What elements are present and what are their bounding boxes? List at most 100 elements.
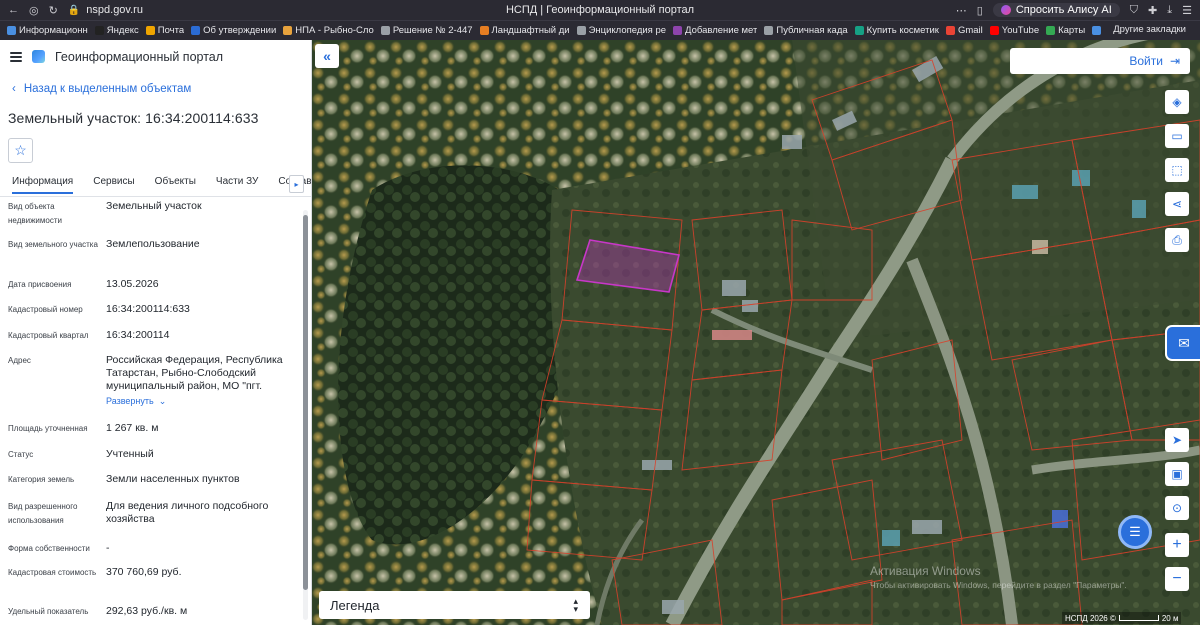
profile-icon[interactable]: ☰ — [1182, 4, 1192, 17]
lock-icon: 🔒 — [67, 4, 81, 16]
attribute-value: Землепользование — [106, 238, 200, 250]
minimap-button[interactable]: ▣ — [1165, 462, 1189, 486]
chat-button[interactable]: ☰ — [1118, 515, 1152, 549]
attribute-value: 1 267 кв. м — [106, 422, 159, 434]
help-chat-icon: ✉ — [1178, 334, 1190, 351]
scale-bar: НСПД 2026 © 20 м — [1062, 612, 1182, 624]
attribute-key: Вид земельного участка — [8, 240, 98, 249]
browser-titlebar: ← ◎ ↻ 🔒 nspd.gov.ru НСПД | Геоинформацио… — [0, 0, 1200, 20]
bookmark-item[interactable]: Добавление мет — [673, 25, 757, 36]
address-bar[interactable]: 🔒 nspd.gov.ru — [68, 4, 368, 16]
bookmark-item[interactable]: Купить косметик — [854, 25, 939, 36]
alisa-button[interactable]: Спросить Алису AI — [992, 3, 1120, 17]
attribute-value: Земельный участок — [106, 200, 202, 212]
attribute-value: - — [106, 542, 110, 554]
tab-3[interactable]: Части ЗУ — [216, 173, 258, 190]
share-button[interactable]: ⋖ — [1165, 192, 1189, 216]
select-area-button[interactable]: ⬚ — [1165, 158, 1189, 182]
tab-0[interactable]: Информация — [12, 173, 74, 194]
more-icon[interactable]: ⋯ — [956, 4, 967, 17]
layers-icon: ◈ — [1172, 95, 1182, 109]
bookmark-label: Ландшафтный ди — [491, 25, 570, 36]
location-icon: ⊙ — [1171, 501, 1183, 515]
attribute-key: Удельный показатель — [8, 607, 89, 616]
bookmark-favicon-icon — [1046, 26, 1056, 35]
attribute-value: Учтенный — [106, 448, 154, 460]
ruler-button[interactable]: ▭ — [1165, 124, 1189, 148]
bookmark-item[interactable]: YouTube — [989, 25, 1039, 36]
bookmark-label: Энциклопедия ре — [588, 25, 667, 36]
attribute-value: 16:34:200114 — [106, 329, 170, 341]
shield-icon[interactable]: ⛉ — [1130, 4, 1138, 17]
other-bookmarks[interactable]: Другие закладки — [1105, 24, 1186, 35]
bookmark-label: Карты — [1058, 25, 1086, 36]
bookmark-item[interactable]: Яндекс — [94, 25, 139, 36]
location-button[interactable]: ⊙ — [1165, 496, 1189, 520]
zoom-in-button[interactable]: + — [1165, 533, 1189, 557]
object-tabs: ИнформацияСервисыОбъектыЧасти ЗУСостав — [0, 173, 311, 197]
print-icon: ⎙ — [1172, 232, 1182, 247]
alisa-icon — [1000, 5, 1011, 15]
bookmark-favicon-icon — [283, 26, 293, 35]
help-button[interactable]: ✉ — [1165, 325, 1200, 361]
geolocate-button[interactable]: ➤ — [1165, 428, 1189, 452]
bookmark-favicon-icon — [380, 26, 390, 35]
bookmark-icon[interactable]: ▯ — [977, 4, 983, 17]
tabs-scroll-right-button[interactable]: ▸ — [289, 175, 304, 193]
bookmark-item[interactable]: Публичная када — [764, 25, 848, 36]
bookmark-label: Публичная када — [776, 25, 848, 36]
bookmark-item[interactable]: Информационн — [7, 25, 88, 36]
bookmark-item[interactable]: Решение № 2-447 — [380, 25, 473, 36]
back-link[interactable]: ‹ Назад к выделенным объектам — [12, 83, 311, 95]
collapse-panel-button[interactable]: « — [315, 44, 339, 68]
star-icon: ☆ — [14, 142, 27, 158]
bookmark-favicon-icon — [7, 26, 16, 35]
alisa-label: Спросить Алису AI — [1015, 4, 1112, 16]
map-view[interactable]: « Войти ⇥ ◈ ▭ ⬚ ⋖ ⎙ ✉ ➤ ▣ ⊙ + − ☰ Актива… — [312, 40, 1200, 625]
bookmark-item[interactable]: Карты — [1046, 25, 1085, 36]
bookmark-favicon-icon — [576, 26, 586, 35]
legend-dropdown[interactable]: Легенда ▴ ▾ — [319, 591, 590, 619]
portal-logo-icon — [32, 50, 45, 63]
attribute-value: 16:34:200114:633 — [106, 303, 190, 315]
tab-2[interactable]: Объекты — [155, 173, 196, 190]
layers-button[interactable]: ◈ — [1165, 90, 1189, 114]
scrollbar-thumb[interactable] — [303, 215, 308, 590]
bookmark-favicon-icon — [191, 26, 201, 35]
bookmark-label: Информационн — [19, 25, 88, 36]
protect-icon[interactable]: ◎ — [29, 4, 39, 17]
bookmark-item[interactable]: Ландшафтный ди — [479, 25, 570, 36]
bookmark-favicon-icon — [764, 26, 774, 35]
bookmark-favicon-icon — [1092, 26, 1102, 35]
extensions-icon[interactable]: ✚ — [1148, 4, 1157, 17]
print-button[interactable]: ⎙ — [1165, 228, 1189, 252]
reload-icon[interactable]: ↻ — [49, 4, 58, 17]
minimap-icon: ▣ — [1171, 467, 1183, 481]
panel-scrollbar[interactable] — [303, 210, 308, 620]
bookmark-item[interactable]: Почта — [145, 25, 184, 36]
bookmark-item[interactable]: НПА - Рыбно-Сло — [283, 25, 374, 36]
attribute-key: Вид объекта недвижимости — [8, 202, 62, 225]
login-button[interactable]: Войти ⇥ — [1010, 48, 1190, 74]
bookmark-favicon-icon — [145, 26, 155, 35]
attribute-key: Площадь уточненная — [8, 424, 88, 433]
attribute-value: 292,63 руб./кв. м — [106, 605, 188, 617]
expand-address-link[interactable]: Развернуть ⌄ — [106, 395, 296, 408]
bookmark-favicon-icon — [945, 26, 955, 35]
attribute-key: Категория земель — [8, 475, 75, 484]
attribute-key: Форма собственности — [8, 544, 90, 553]
tab-1[interactable]: Сервисы — [93, 173, 134, 190]
back-label: Назад к выделенным объектам — [23, 83, 192, 95]
download-icon[interactable]: ⤓ — [1167, 4, 1172, 17]
back-arrow-icon[interactable]: ← — [8, 4, 19, 16]
url-text: nspd.gov.ru — [86, 4, 143, 16]
bookmark-item[interactable]: Об утверждении — [191, 25, 276, 36]
favorite-button[interactable]: ☆ — [8, 138, 33, 163]
bookmark-item[interactable]: Энциклопедия ре — [576, 25, 667, 36]
chevron-down-icon: ⌄ — [158, 396, 167, 406]
bookmark-item[interactable]: Gmail — [945, 25, 983, 36]
zoom-out-button[interactable]: − — [1165, 567, 1189, 591]
menu-icon[interactable] — [10, 51, 22, 62]
chevron-left-icon: ‹ — [12, 83, 16, 95]
aerial-imagery[interactable] — [312, 40, 1200, 625]
